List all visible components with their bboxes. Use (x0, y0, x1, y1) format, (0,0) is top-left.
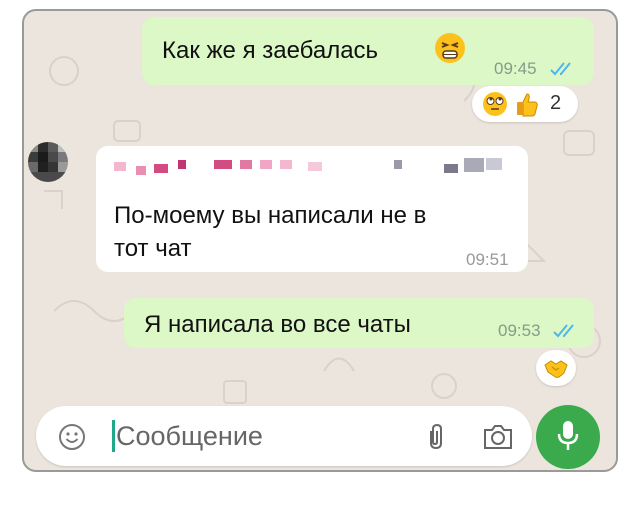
chat-window: Как же я заебалась 09:45 2 По-моему вы н… (22, 9, 618, 472)
message-reactions[interactable]: 2 (472, 86, 578, 122)
message-composer[interactable]: Сообщение (36, 406, 532, 466)
incoming-message-bubble[interactable]: По-моему вы написали не в тот чат 09:51 (96, 146, 528, 272)
face-with-rolling-eyes-emoji-icon (482, 91, 508, 122)
mic-button[interactable] (536, 405, 600, 469)
message-text: Я написала во все чаты (144, 311, 411, 338)
thumbs-up-emoji-icon (514, 91, 540, 122)
message-text: Как же я заебалась (162, 37, 379, 64)
read-ticks-icon (553, 324, 574, 338)
avatar[interactable] (28, 142, 68, 182)
message-input[interactable]: Сообщение (116, 421, 263, 452)
outgoing-message-bubble[interactable]: Я написала во все чаты 09:53 (124, 298, 594, 348)
handshake-emoji-icon (543, 355, 569, 386)
message-time: 09:45 (494, 59, 537, 78)
tired-face-emoji-icon (434, 32, 466, 69)
sender-name-redacted (114, 158, 514, 178)
message-time: 09:51 (466, 250, 509, 269)
message-reactions[interactable] (536, 350, 576, 386)
text-caret (112, 420, 115, 452)
outgoing-message-bubble[interactable]: Как же я заебалась 09:45 (142, 17, 594, 85)
smiley-icon[interactable] (58, 423, 86, 456)
page-background (0, 486, 640, 516)
message-text-line-1: По-моему вы написали не в (114, 202, 427, 229)
attach-icon[interactable] (424, 421, 448, 458)
read-ticks-icon (550, 62, 571, 76)
mic-icon (556, 419, 580, 460)
message-time: 09:53 (498, 321, 541, 340)
message-text-line-2: тот чат (114, 235, 192, 262)
camera-icon[interactable] (482, 423, 514, 456)
reaction-count: 2 (550, 92, 562, 114)
